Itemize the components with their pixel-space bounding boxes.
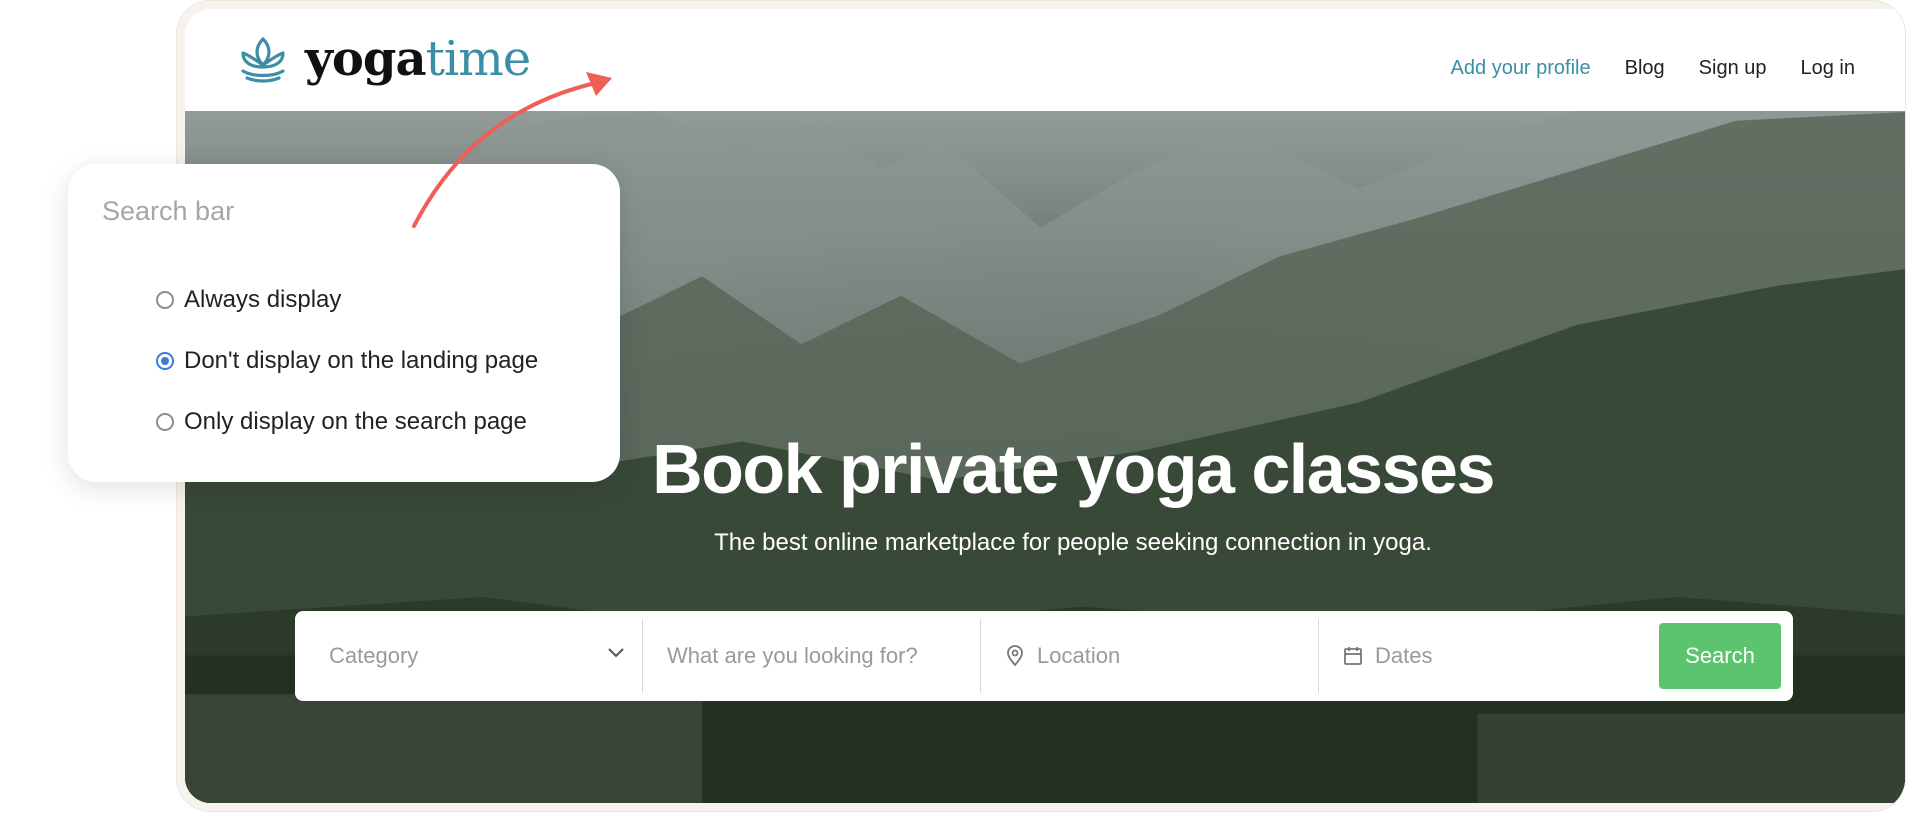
dates-input[interactable]: Dates	[1319, 619, 1659, 693]
keyword-placeholder: What are you looking for?	[667, 643, 918, 668]
option-label: Always display	[184, 286, 342, 313]
calendar-icon	[1344, 647, 1362, 665]
search-bar: Category What are you looking for? Locat…	[295, 611, 1793, 701]
top-nav: Add your profile Blog Sign up Log in	[1451, 57, 1855, 80]
nav-add-profile[interactable]: Add your profile	[1451, 57, 1591, 80]
lotus-icon	[241, 37, 285, 83]
search-button[interactable]: Search	[1659, 623, 1781, 689]
curved-arrow-icon	[412, 72, 612, 228]
option-search-page-only[interactable]: Only display on the search page	[156, 408, 527, 436]
nav-log-in[interactable]: Log in	[1801, 57, 1856, 80]
chevron-down-icon	[608, 648, 624, 658]
hero-subtitle: The best online marketplace for people s…	[714, 529, 1432, 556]
option-label: Don't display on the landing page	[184, 347, 539, 374]
map-pin-icon	[1007, 645, 1023, 667]
radio-button[interactable]	[156, 291, 174, 309]
dates-placeholder: Dates	[1375, 643, 1433, 668]
panel-title: Search bar	[102, 196, 235, 226]
option-always-display[interactable]: Always display	[156, 286, 341, 314]
option-label: Only display on the search page	[184, 408, 527, 435]
category-select[interactable]: Category	[295, 619, 643, 693]
option-hide-on-landing[interactable]: Don't display on the landing page	[156, 347, 538, 375]
nav-blog[interactable]: Blog	[1625, 57, 1665, 80]
location-placeholder: Location	[1037, 643, 1121, 668]
keyword-search-input[interactable]: What are you looking for?	[643, 619, 981, 693]
nav-sign-up[interactable]: Sign up	[1699, 57, 1767, 80]
radio-button-selected[interactable]	[156, 352, 174, 370]
radio-button[interactable]	[156, 413, 174, 431]
location-input[interactable]: Location	[981, 619, 1319, 693]
category-placeholder: Category	[329, 643, 419, 668]
